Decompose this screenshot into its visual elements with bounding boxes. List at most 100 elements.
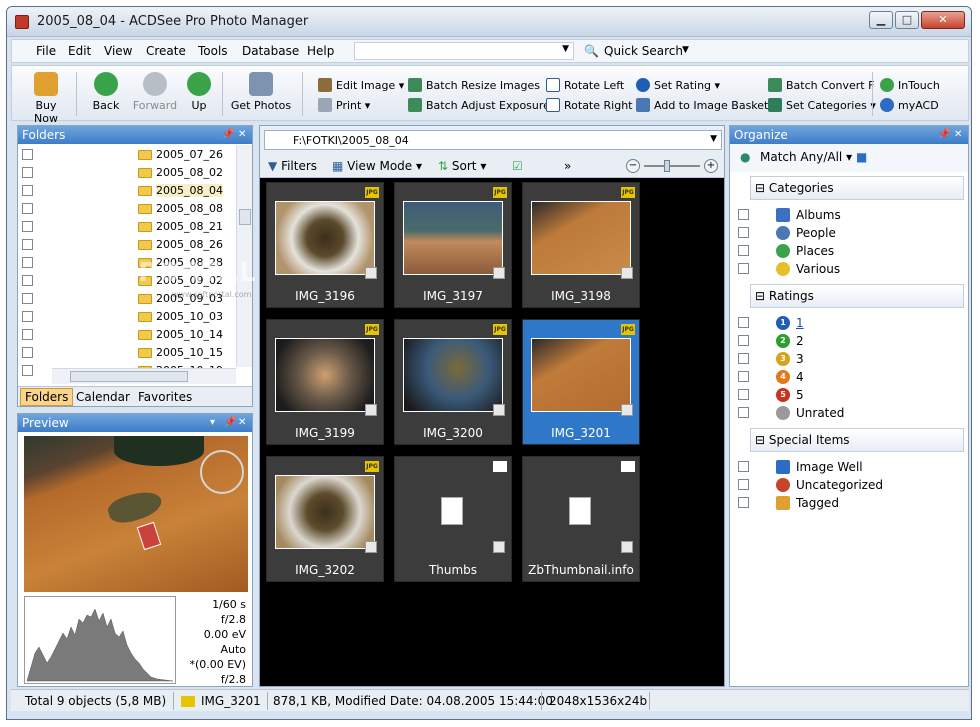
thumbnail-checkbox[interactable]	[493, 541, 505, 553]
quick-search-dropdown-icon[interactable]: ▼	[682, 45, 689, 55]
organize-checkbox[interactable]	[738, 335, 749, 346]
match-any-all-button[interactable]: Match Any/All ▾	[760, 150, 852, 164]
chevron-down-icon[interactable]: ▼	[562, 44, 569, 54]
filters-button[interactable]: ▼ Filters	[268, 159, 317, 173]
maximize-button[interactable]: □	[895, 11, 919, 29]
close-icon[interactable]: ✕	[238, 126, 246, 144]
add-basket-button[interactable]: Add to Image Basket	[636, 98, 768, 114]
rotate-right-button[interactable]: Rotate Right	[546, 98, 632, 114]
thumbnail-checkbox[interactable]	[365, 541, 377, 553]
folder-vertical-scrollbar[interactable]	[236, 145, 252, 367]
folder-checkbox[interactable]	[22, 185, 33, 196]
folder-row[interactable]: 2005_08_02	[18, 164, 236, 182]
batch-convert-button[interactable]: Batch Convert F	[768, 78, 874, 94]
batch-resize-button[interactable]: Batch Resize Images	[408, 78, 540, 94]
batch-adjust-button[interactable]: Batch Adjust Exposure	[408, 98, 550, 114]
folder-checkbox[interactable]	[22, 293, 33, 304]
menu-file[interactable]: File	[36, 44, 56, 58]
close-icon[interactable]: ✕	[954, 126, 962, 144]
set-categories-button[interactable]: Set Categories ▾	[768, 98, 876, 114]
buy-now-button[interactable]: Buy Now	[22, 72, 70, 125]
organize-checkbox[interactable]	[738, 389, 749, 400]
category-item[interactable]: People	[734, 224, 964, 242]
zoom-slider[interactable]: − +	[626, 159, 718, 173]
zoom-in-icon[interactable]: +	[704, 159, 718, 173]
categories-group-header[interactable]: ⊟ Categories	[750, 176, 964, 200]
minimize-button[interactable]: ▁	[869, 11, 893, 29]
thumbnail[interactable]: JPG IMG_3197	[394, 182, 512, 308]
thumbnail-checkbox[interactable]	[493, 404, 505, 416]
scrollbar-thumb[interactable]	[239, 209, 251, 225]
folder-checkbox[interactable]	[22, 347, 33, 358]
forward-button[interactable]: Forward	[130, 72, 180, 112]
thumbnail[interactable]: JPG IMG_3199	[266, 319, 384, 445]
folder-checkbox[interactable]	[22, 257, 33, 268]
thumbnail-checkbox[interactable]	[621, 267, 633, 279]
organize-checkbox[interactable]	[738, 209, 749, 220]
edit-image-button[interactable]: Edit Image ▾	[318, 78, 404, 94]
organize-checkbox[interactable]	[738, 479, 749, 490]
back-button[interactable]: Back	[84, 72, 128, 112]
tab-folders[interactable]: Folders	[20, 388, 74, 406]
thumbnail-checkbox[interactable]	[365, 404, 377, 416]
rating-item[interactable]: 55	[734, 386, 964, 404]
thumbnail[interactable]: JPG IMG_3201	[522, 319, 640, 445]
print-button[interactable]: Print ▾	[318, 98, 370, 114]
select-all-icon[interactable]: ☑	[512, 159, 523, 173]
folder-row[interactable]: 2005_10_03	[18, 308, 236, 326]
thumbnail-checkbox[interactable]	[621, 541, 633, 553]
thumbnail-checkbox[interactable]	[621, 404, 633, 416]
tab-calendar[interactable]: Calendar	[76, 390, 130, 404]
intouch-button[interactable]: InTouch	[880, 78, 940, 94]
folder-row[interactable]: 2005_07_26	[18, 146, 236, 164]
folder-checkbox[interactable]	[22, 365, 33, 376]
organize-checkbox[interactable]	[738, 497, 749, 508]
category-item[interactable]: Places	[734, 242, 964, 260]
thumbnail[interactable]: Thumbs	[394, 456, 512, 582]
collapse-icon[interactable]: ⊟	[755, 289, 765, 303]
thumbnail[interactable]: JPG IMG_3198	[522, 182, 640, 308]
rating-item[interactable]: 22	[734, 332, 964, 350]
category-item[interactable]: Albums	[734, 206, 964, 224]
folder-checkbox[interactable]	[22, 275, 33, 286]
folder-checkbox[interactable]	[22, 149, 33, 160]
folder-row[interactable]: 2005_08_21	[18, 218, 236, 236]
organize-checkbox[interactable]	[738, 407, 749, 418]
organize-checkbox[interactable]	[738, 245, 749, 256]
folder-checkbox[interactable]	[22, 329, 33, 340]
thumbnail[interactable]: JPG IMG_3200	[394, 319, 512, 445]
pin-icon[interactable]: 📌	[224, 414, 236, 432]
folder-row[interactable]: 2005_08_04	[18, 182, 236, 200]
quick-search-input[interactable]: ▼	[354, 42, 574, 60]
folder-checkbox[interactable]	[22, 311, 33, 322]
view-mode-button[interactable]: ▦ View Mode ▾	[332, 159, 422, 173]
organize-checkbox[interactable]	[738, 263, 749, 274]
more-chevron-icon[interactable]: »	[564, 159, 571, 173]
set-rating-button[interactable]: Set Rating ▾	[636, 78, 720, 94]
rating-item[interactable]: 11	[734, 314, 964, 332]
special-item[interactable]: Uncategorized	[734, 476, 964, 494]
special-items-group-header[interactable]: ⊟ Special Items	[750, 428, 964, 452]
chevron-down-icon[interactable]: ▼	[710, 134, 717, 144]
folder-row[interactable]: 2005_10_14	[18, 326, 236, 344]
folder-checkbox[interactable]	[22, 167, 33, 178]
folder-row[interactable]: 2005_08_08	[18, 200, 236, 218]
special-item[interactable]: Tagged	[734, 494, 964, 512]
rating-item[interactable]: 33	[734, 350, 964, 368]
organize-checkbox[interactable]	[738, 461, 749, 472]
thumbnail-checkbox[interactable]	[365, 267, 377, 279]
rating-item[interactable]: Unrated	[734, 404, 964, 422]
menu-database[interactable]: Database	[242, 44, 299, 58]
thumbnail[interactable]: ZbThumbnail.info	[522, 456, 640, 582]
pin-icon[interactable]: 📌	[222, 126, 234, 144]
menu-create[interactable]: Create	[146, 44, 186, 58]
rotate-left-button[interactable]: Rotate Left	[546, 78, 624, 94]
thumbnail[interactable]: JPG IMG_3196	[266, 182, 384, 308]
get-photos-button[interactable]: Get Photos	[230, 72, 292, 112]
folder-row[interactable]: 2005_08_26	[18, 236, 236, 254]
category-item[interactable]: Various	[734, 260, 964, 278]
menu-help[interactable]: Help	[307, 44, 334, 58]
organize-checkbox[interactable]	[738, 227, 749, 238]
sort-button[interactable]: ⇅ Sort ▾	[438, 159, 486, 173]
folder-checkbox[interactable]	[22, 239, 33, 250]
